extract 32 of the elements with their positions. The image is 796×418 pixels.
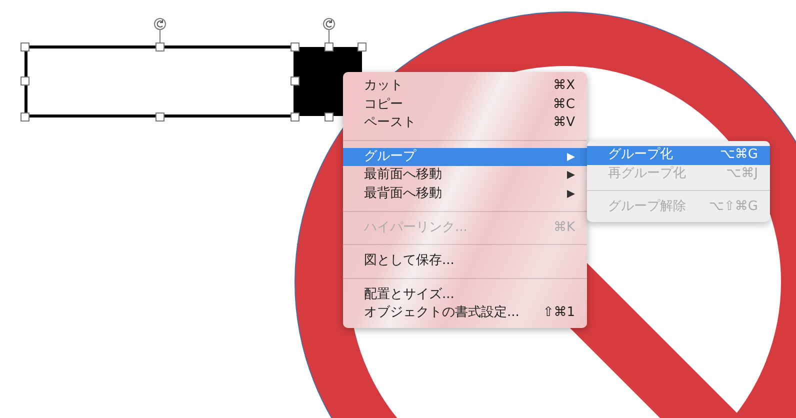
menu-item[interactable]: カット ⌘X xyxy=(343,77,587,96)
shortcut-label: ⇧⌘1 xyxy=(542,304,575,322)
resize-handle[interactable] xyxy=(290,42,300,52)
shortcut-label: ⌥⌘G xyxy=(720,146,758,164)
menu-item[interactable]: オブジェクトの書式設定... ⇧⌘1 xyxy=(343,304,587,323)
rectangle-shape[interactable] xyxy=(24,46,296,118)
shortcut-label: ⌘V xyxy=(553,114,575,132)
shortcut-label: ⌘K xyxy=(553,218,575,237)
menu-item[interactable]: コピー ⌘C xyxy=(343,96,587,114)
resize-handle[interactable] xyxy=(324,42,334,52)
resize-handle[interactable] xyxy=(324,112,334,122)
menu-item[interactable]: ペースト ⌘V xyxy=(343,114,587,133)
rotate-handle-icon[interactable] xyxy=(323,18,335,44)
shortcut-label: ⌘C xyxy=(552,96,575,114)
shortcut-label: ⌥⇧⌘G xyxy=(709,198,758,216)
resize-handle[interactable] xyxy=(358,42,366,52)
resize-handle[interactable] xyxy=(290,76,300,86)
resize-handle[interactable] xyxy=(156,112,164,122)
menu-item[interactable]: 最前面へ移動 xyxy=(343,166,587,185)
rotate-handle-icon[interactable] xyxy=(154,18,166,44)
resize-handle[interactable] xyxy=(20,76,30,86)
shortcut-label: ⌥⌘J xyxy=(726,164,758,183)
menu-item[interactable]: 配置とサイズ... xyxy=(343,286,587,304)
resize-handle[interactable] xyxy=(20,112,30,122)
shortcut-label: ⌘X xyxy=(553,77,575,95)
menu-item[interactable]: グループ化 ⌥⌘G xyxy=(587,146,770,165)
menu-item[interactable]: グループ xyxy=(343,148,587,166)
menu-item[interactable]: 最背面へ移動 xyxy=(343,184,587,204)
resize-handle[interactable] xyxy=(290,112,300,122)
resize-handle[interactable] xyxy=(156,42,164,52)
resize-handle[interactable] xyxy=(20,42,30,52)
menu-item[interactable]: 図として保存... xyxy=(343,252,587,271)
